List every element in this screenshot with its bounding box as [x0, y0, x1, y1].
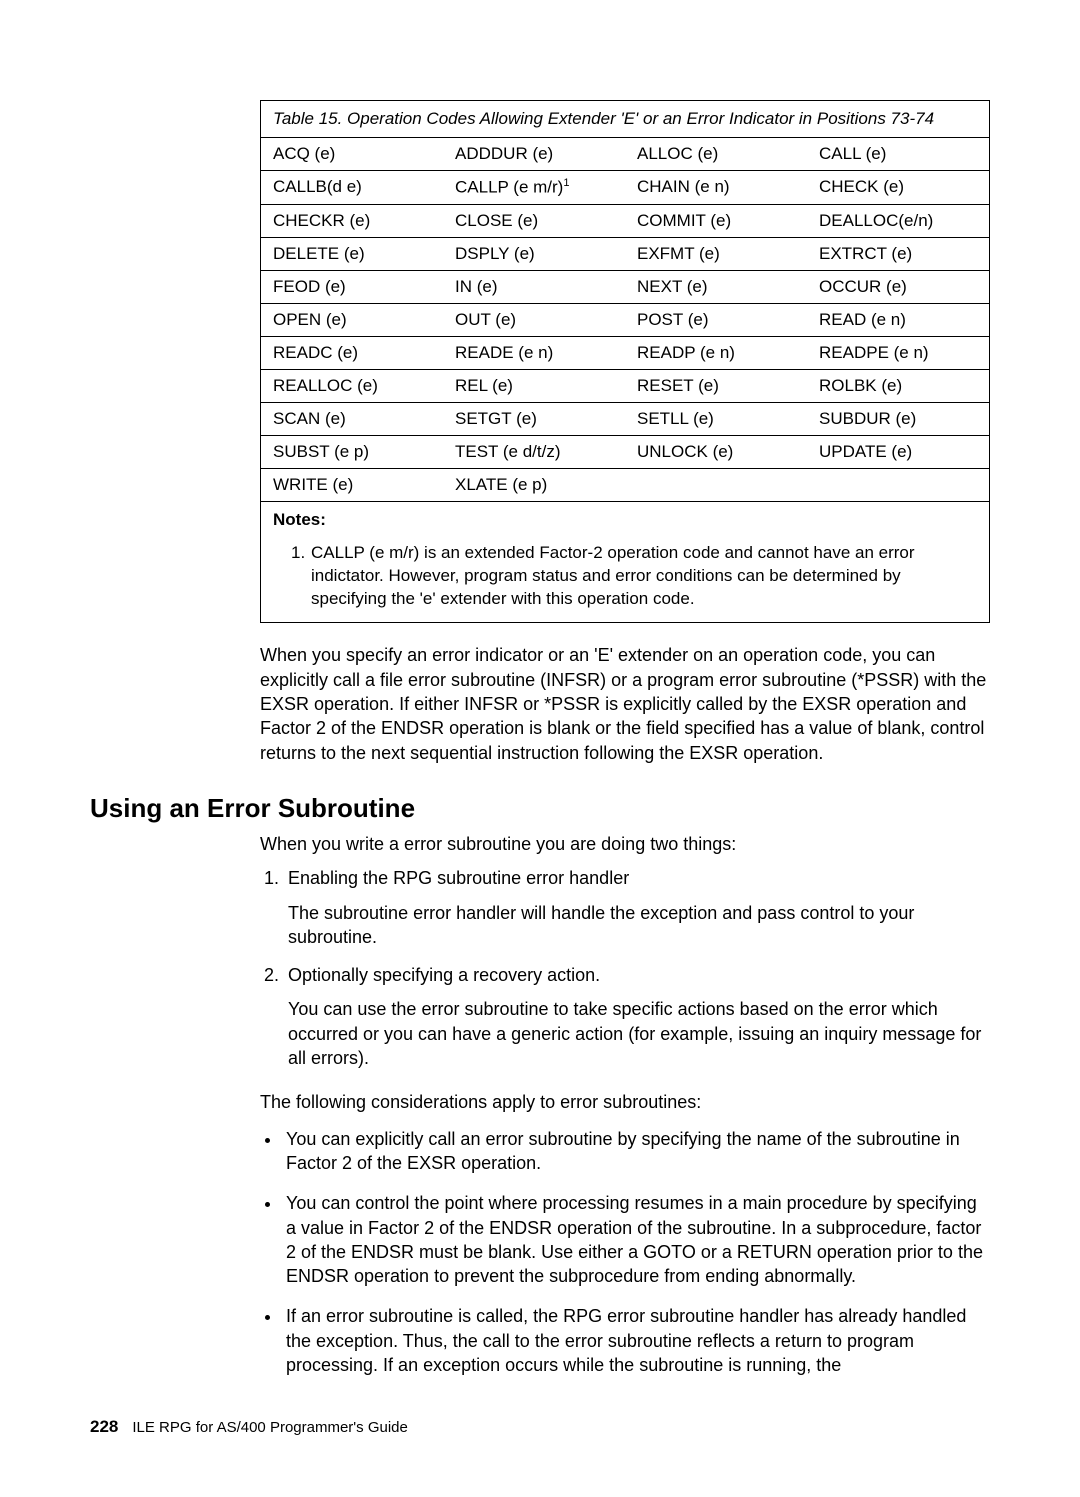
- list-item-text: Optionally specifying a recovery action.: [288, 965, 600, 985]
- list-item: You can control the point where processi…: [282, 1191, 990, 1288]
- op-cell: DELETE (e): [261, 237, 443, 270]
- op-cell: RESET (e): [625, 369, 807, 402]
- list-item: You can explicitly call an error subrout…: [282, 1127, 990, 1176]
- table-row: CALLB(d e) CALLP (e m/r)1 CHAIN (e n) CH…: [261, 171, 989, 205]
- op-cell: READ (e n): [807, 303, 989, 336]
- op-cell: EXTRCT (e): [807, 237, 989, 270]
- table-row: DELETE (e) DSPLY (e) EXFMT (e) EXTRCT (e…: [261, 237, 989, 270]
- table-row: ACQ (e) ADDDUR (e) ALLOC (e) CALL (e): [261, 138, 989, 171]
- op-cell: ALLOC (e): [625, 138, 807, 171]
- table-row: SCAN (e) SETGT (e) SETLL (e) SUBDUR (e): [261, 402, 989, 435]
- op-cell: CHECK (e): [807, 171, 989, 205]
- footnote-ref: 1: [563, 177, 569, 189]
- list-item-text: Enabling the RPG subroutine error handle…: [288, 868, 629, 888]
- body-paragraph: When you specify an error indicator or a…: [260, 643, 990, 764]
- op-cell: SCAN (e): [261, 402, 443, 435]
- numbered-list: Enabling the RPG subroutine error handle…: [260, 866, 990, 1070]
- op-cell: WRITE (e): [261, 468, 443, 501]
- table-row: WRITE (e) XLATE (e p): [261, 468, 989, 501]
- body-paragraph: The following considerations apply to er…: [260, 1090, 990, 1114]
- op-cell: EXFMT (e): [625, 237, 807, 270]
- table-row: SUBST (e p) TEST (e d/t/z) UNLOCK (e) UP…: [261, 435, 989, 468]
- op-cell: COMMIT (e): [625, 204, 807, 237]
- op-cell: REALLOC (e): [261, 369, 443, 402]
- bullet-list: You can explicitly call an error subrout…: [260, 1127, 990, 1378]
- section-heading: Using an Error Subroutine: [90, 793, 990, 824]
- op-cell: NEXT (e): [625, 270, 807, 303]
- op-cell: READC (e): [261, 336, 443, 369]
- list-item: If an error subroutine is called, the RP…: [282, 1304, 990, 1377]
- table-row: READC (e) READE (e n) READP (e n) READPE…: [261, 336, 989, 369]
- op-cell: DSPLY (e): [443, 237, 625, 270]
- list-item: Enabling the RPG subroutine error handle…: [284, 866, 990, 949]
- op-cell: SUBST (e p): [261, 435, 443, 468]
- op-cell: OCCUR (e): [807, 270, 989, 303]
- op-cell: READPE (e n): [807, 336, 989, 369]
- table-row: REALLOC (e) REL (e) RESET (e) ROLBK (e): [261, 369, 989, 402]
- op-cell: CHAIN (e n): [625, 171, 807, 205]
- op-cell: SUBDUR (e): [807, 402, 989, 435]
- op-cell: CALL (e): [807, 138, 989, 171]
- op-cell: IN (e): [443, 270, 625, 303]
- table-row: FEOD (e) IN (e) NEXT (e) OCCUR (e): [261, 270, 989, 303]
- op-cell: CHECKR (e): [261, 204, 443, 237]
- note-text: CALLP (e m/r) is an extended Factor-2 op…: [311, 542, 977, 611]
- notes-header-row: Notes:: [261, 501, 989, 538]
- table-row: CHECKR (e) CLOSE (e) COMMIT (e) DEALLOC(…: [261, 204, 989, 237]
- op-cell: POST (e): [625, 303, 807, 336]
- notes-label: Notes:: [261, 501, 989, 538]
- op-cell: READP (e n): [625, 336, 807, 369]
- op-cell: ROLBK (e): [807, 369, 989, 402]
- op-cell: CALLB(d e): [261, 171, 443, 205]
- op-cell: OUT (e): [443, 303, 625, 336]
- list-item-sub: You can use the error subroutine to take…: [288, 997, 990, 1070]
- op-cell: TEST (e d/t/z): [443, 435, 625, 468]
- operation-codes-table: Table 15. Operation Codes Allowing Exten…: [260, 100, 990, 623]
- op-cell: UNLOCK (e): [625, 435, 807, 468]
- note-number: 1.: [291, 542, 311, 611]
- note-row: 1. CALLP (e m/r) is an extended Factor-2…: [261, 538, 989, 623]
- op-cell: SETGT (e): [443, 402, 625, 435]
- op-cell: FEOD (e): [261, 270, 443, 303]
- page-number: 228: [90, 1417, 118, 1437]
- op-cell: ACQ (e): [261, 138, 443, 171]
- op-cell: [807, 468, 989, 501]
- list-item-sub: The subroutine error handler will handle…: [288, 901, 990, 950]
- table-caption: Table 15. Operation Codes Allowing Exten…: [261, 101, 989, 137]
- op-cell: REL (e): [443, 369, 625, 402]
- op-cell: SETLL (e): [625, 402, 807, 435]
- op-cell: [625, 468, 807, 501]
- body-paragraph: When you write a error subroutine you ar…: [260, 832, 990, 856]
- op-cell: XLATE (e p): [443, 468, 625, 501]
- list-item: Optionally specifying a recovery action.…: [284, 963, 990, 1070]
- op-cell: READE (e n): [443, 336, 625, 369]
- op-cell: UPDATE (e): [807, 435, 989, 468]
- op-cell: ADDDUR (e): [443, 138, 625, 171]
- op-cell: OPEN (e): [261, 303, 443, 336]
- table-row: OPEN (e) OUT (e) POST (e) READ (e n): [261, 303, 989, 336]
- op-cell: DEALLOC(e/n): [807, 204, 989, 237]
- page-footer: 228 ILE RPG for AS/400 Programmer's Guid…: [90, 1417, 990, 1437]
- footer-title: ILE RPG for AS/400 Programmer's Guide: [132, 1419, 407, 1436]
- op-cell: CALLP (e m/r)1: [443, 171, 625, 205]
- op-cell: CLOSE (e): [443, 204, 625, 237]
